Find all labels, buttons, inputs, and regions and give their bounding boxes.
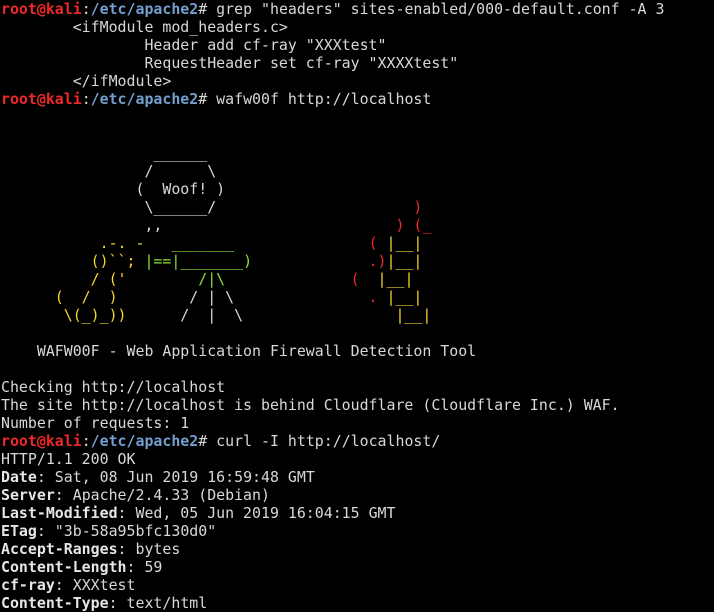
ascii-art-row: ( Woof! ) (1, 180, 714, 198)
ascii-art-segment: |__| (386, 252, 423, 270)
ascii-art-segment: ()``; (1, 252, 136, 270)
prompt-line-wafw00f: root@kali:/etc/apache2# wafw00f http://l… (1, 90, 714, 108)
terminal-window[interactable]: root@kali:/etc/apache2# grep "headers" s… (0, 0, 714, 612)
http-header-line: Accept-Ranges: bytes (1, 540, 714, 558)
output-line: RequestHeader set cf-ray "XXXXtest" (1, 54, 459, 72)
http-header-line: cf-ray: XXXtest (1, 576, 714, 594)
prompt-colon: : (81, 90, 91, 108)
ascii-art-segment: |__| (386, 234, 423, 252)
command-text: grep "headers" sites-enabled/000-default… (207, 0, 665, 18)
header-value: : Sat, 08 Jun 2019 16:59:48 GMT (36, 468, 315, 486)
http-header-line: Server: Apache/2.4.33 (Debian) (1, 486, 714, 504)
output-line: The site http://localhost is behind Clou… (1, 396, 620, 414)
ascii-art-row: \(_)_)) / | \ |__| (1, 306, 714, 324)
prompt-line-grep: root@kali:/etc/apache2# grep "headers" s… (1, 0, 714, 18)
prompt-symbol: # (198, 432, 208, 450)
ascii-art-segment (243, 306, 395, 324)
header-name: Date (1, 468, 37, 486)
header-value: : XXXtest (54, 576, 136, 594)
prompt-user: root@kali (1, 90, 82, 108)
http-header-line: Content-Length: 59 (1, 558, 714, 576)
ascii-art-segment: . (234, 288, 387, 306)
ascii-art-segment: .) (252, 252, 387, 270)
output-line: </ifModule> (1, 72, 172, 90)
ascii-art-segment: / | \ (126, 306, 244, 324)
http-status-line: HTTP/1.1 200 OK (1, 450, 136, 468)
prompt-user: root@kali (1, 0, 82, 18)
header-value: : Apache/2.4.33 (Debian) (54, 486, 270, 504)
ascii-art-row: \______/ ) (1, 198, 714, 216)
header-name: ETag (1, 522, 37, 540)
ascii-art-row: / (' /|\ ( |__| (1, 270, 714, 288)
prompt-colon: : (81, 0, 91, 18)
ascii-art-segment: .-. - (1, 234, 145, 252)
ascii-art-segment: \(_)_)) (1, 306, 127, 324)
header-value: : 59 (126, 558, 163, 576)
header-name: Accept-Ranges (1, 540, 118, 558)
ascii-art-segment: / | \ (117, 288, 235, 306)
output-line: Checking http://localhost (1, 378, 226, 396)
prompt-user: root@kali (1, 432, 82, 450)
ascii-art-row: ,, ) (_ (1, 216, 714, 234)
header-name: Server (1, 486, 55, 504)
header-value: : text/html (108, 594, 208, 612)
wafw00f-ascii-banner: ______ / \ ( Woof! ) \______/ ) ,, ) (_ … (1, 144, 714, 324)
ascii-art-segment: |__| (395, 306, 432, 324)
ascii-art-segment: \______/ (1, 198, 217, 216)
prompt-path: /etc/apache2 (90, 432, 199, 450)
http-header-line: ETag: "3b-58a95bfc130d0" (1, 522, 714, 540)
ascii-art-segment: ) (_ (162, 216, 432, 234)
header-name: cf-ray (1, 576, 55, 594)
prompt-symbol: # (198, 0, 208, 18)
ascii-art-row: ()``; |==|_______) .)|__| (1, 252, 714, 270)
header-name: Content-Type (1, 594, 109, 612)
ascii-art-segment: ( (234, 234, 387, 252)
ascii-art-row: / \ (1, 162, 714, 180)
tool-title-line: WAFW00F - Web Application Firewall Detec… (1, 342, 477, 360)
prompt-path: /etc/apache2 (90, 90, 199, 108)
output-line: <ifModule mod_headers.c> (1, 18, 288, 36)
ascii-art-row: .-. - _______ ( |__| (1, 234, 714, 252)
header-name: Last-Modified (1, 504, 118, 522)
http-header-line: Date: Sat, 08 Jun 2019 16:59:48 GMT (1, 468, 714, 486)
ascii-art-segment: /|\ (126, 270, 226, 288)
ascii-art-segment: / (' (1, 270, 127, 288)
prompt-symbol: # (198, 90, 208, 108)
header-name: Content-Length (1, 558, 127, 576)
prompt-line-curl: root@kali:/etc/apache2# curl -I http://l… (1, 432, 714, 450)
output-line: Number of requests: 1 (1, 414, 190, 432)
ascii-art-segment: ,, (1, 216, 163, 234)
ascii-art-row: ______ (1, 144, 714, 162)
ascii-art-segment: ______ (1, 144, 208, 162)
prompt-path: /etc/apache2 (90, 0, 199, 18)
ascii-art-segment: ( Woof! ) (1, 180, 226, 198)
http-header-line: Content-Type: text/html (1, 594, 714, 612)
ascii-art-segment: ) (216, 198, 423, 216)
ascii-art-segment: ( / ) (1, 288, 118, 306)
prompt-colon: : (81, 432, 91, 450)
ascii-art-segment: _______ (144, 234, 235, 252)
ascii-art-segment: |__| (368, 270, 414, 288)
ascii-art-segment: |__| (386, 288, 423, 306)
ascii-art-segment: |==|_______) (135, 252, 253, 270)
header-value: : bytes (117, 540, 181, 558)
header-value: : Wed, 05 Jun 2019 16:04:15 GMT (117, 504, 396, 522)
command-text: wafw00f http://localhost (207, 90, 432, 108)
command-text: curl -I http://localhost/ (207, 432, 441, 450)
ascii-art-row: ( / ) / | \ . |__| (1, 288, 714, 306)
http-header-line: Last-Modified: Wed, 05 Jun 2019 16:04:15… (1, 504, 714, 522)
header-value: : "3b-58a95bfc130d0" (36, 522, 217, 540)
ascii-art-segment: ( (225, 270, 369, 288)
output-line: Header add cf-ray "XXXtest" (1, 36, 387, 54)
ascii-art-segment: / \ (1, 162, 217, 180)
